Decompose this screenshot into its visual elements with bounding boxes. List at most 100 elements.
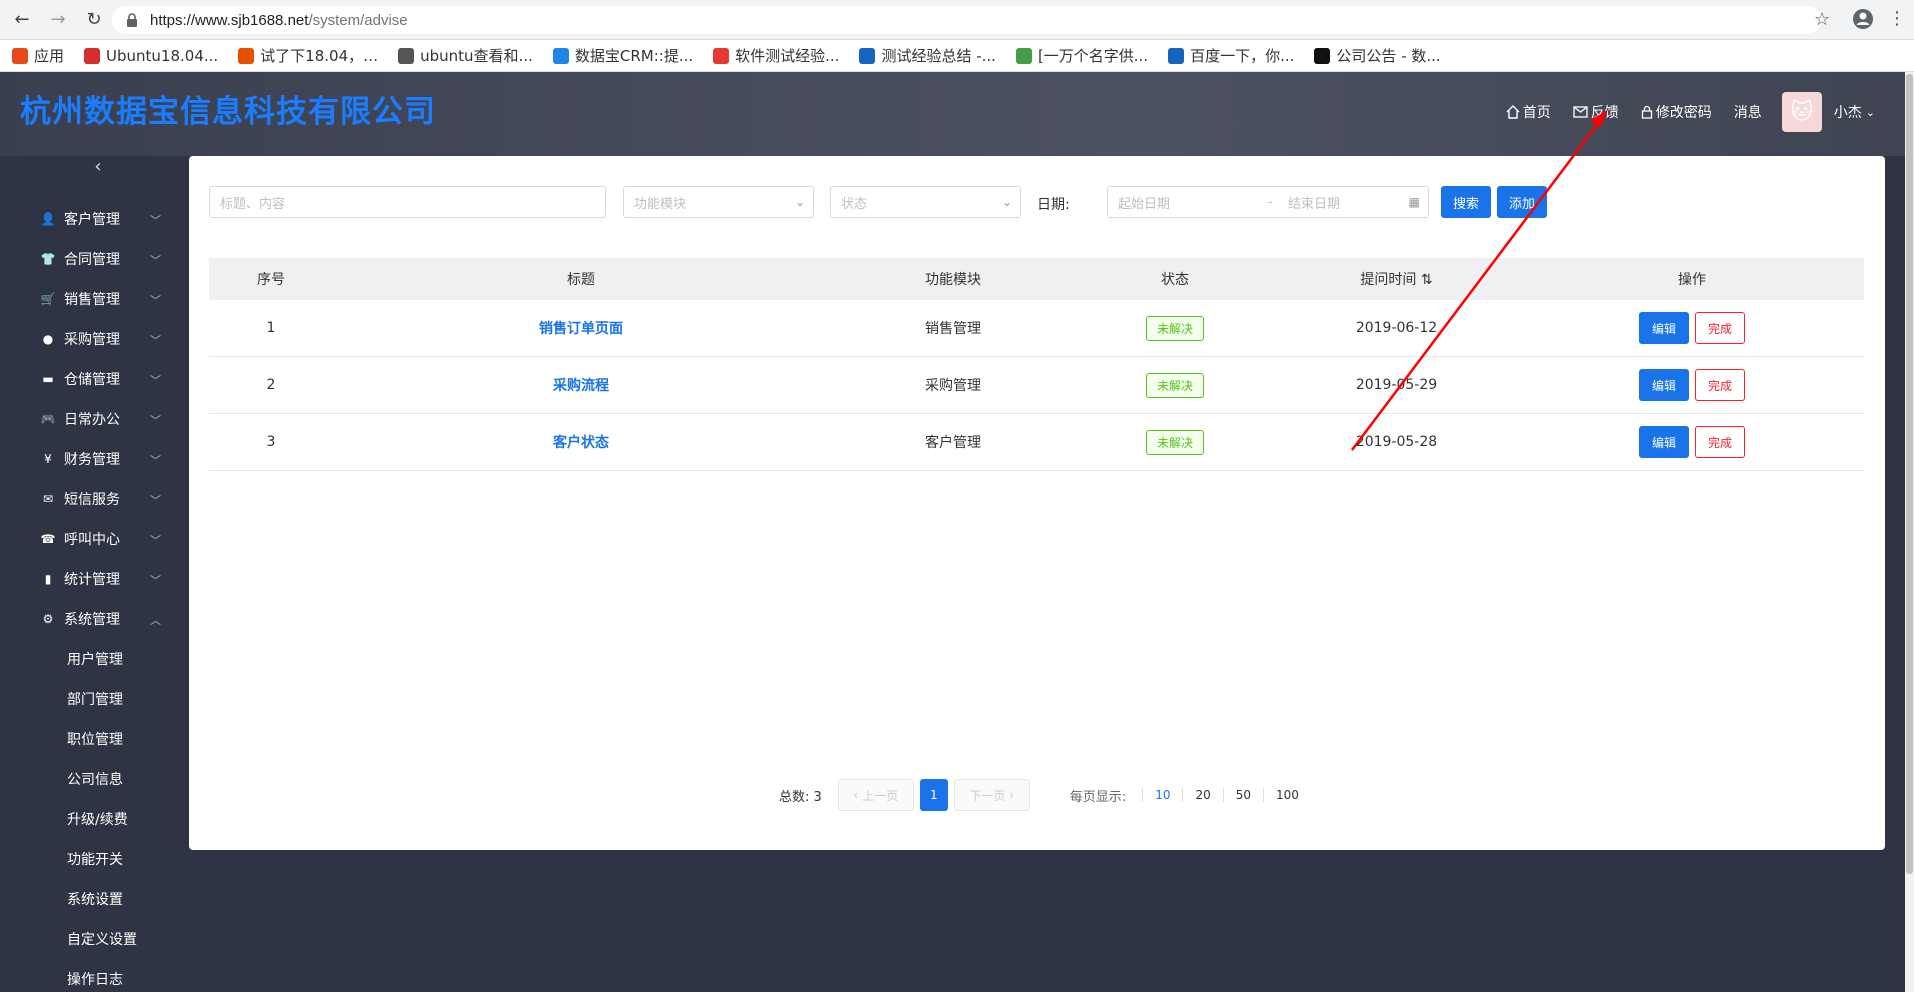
chevron-down-icon: ﹀ xyxy=(150,574,161,587)
sidebar-subitem[interactable]: 升级/续费 xyxy=(0,799,190,839)
table-row: 3 客户状态 客户管理 未解决 2019-05-28 编辑 完成 xyxy=(209,414,1864,471)
sidebar-item[interactable]: 👕 合同管理 ﹀ xyxy=(0,239,190,279)
lock-icon xyxy=(127,13,137,27)
forward-icon[interactable]: → xyxy=(44,6,72,34)
prev-page-button[interactable]: ‹ 上一页 xyxy=(837,779,914,811)
bookmark-label: Ubuntu18.04... xyxy=(106,46,219,65)
table-cell: 未解决 xyxy=(1077,372,1273,398)
browser-toolbar: ← → ↻ https://www.sjb1688.net/system/adv… xyxy=(0,0,1914,40)
bookmark-item[interactable]: 应用 xyxy=(12,45,64,66)
keyword-input[interactable]: 标题、内容 xyxy=(209,186,606,218)
company-name: 杭州数据宝信息科技有限公司 xyxy=(20,94,436,130)
edit-button[interactable]: 编辑 xyxy=(1639,369,1689,401)
nav-messages[interactable]: 消息 xyxy=(1734,102,1762,122)
sidebar-item[interactable]: ✉ 短信服务 ﹀ xyxy=(0,479,190,519)
sidebar-item[interactable]: ▮ 统计管理 ﹀ xyxy=(0,559,190,599)
bookmark-item[interactable]: 测试经验总结 -... xyxy=(859,45,996,66)
bookmark-item[interactable]: 公司公告 - 数... xyxy=(1314,45,1441,66)
chevron-down-icon: ⌄ xyxy=(1865,105,1875,119)
column-header[interactable]: 提问时间 ⇅ xyxy=(1273,269,1520,289)
table-cell: 2019-05-29 xyxy=(1273,377,1520,393)
edit-button[interactable]: 编辑 xyxy=(1639,426,1689,458)
date-separator: - xyxy=(1268,194,1273,210)
circle-icon: ● xyxy=(42,332,54,346)
sidebar-subitem[interactable]: 用户管理 xyxy=(0,639,190,679)
row-title-link[interactable]: 销售订单页面 xyxy=(539,321,623,337)
complete-button[interactable]: 完成 xyxy=(1695,312,1745,344)
user-menu[interactable]: 小杰 ⌄ xyxy=(1834,102,1875,122)
back-icon[interactable]: ← xyxy=(8,6,36,34)
next-page-button[interactable]: 下一页 › xyxy=(953,779,1030,811)
page-size-option[interactable]: 10 xyxy=(1142,788,1182,802)
row-time: 2019-06-12 xyxy=(1355,320,1438,336)
bookmark-item[interactable]: 软件测试经验... xyxy=(713,45,839,66)
sidebar-item[interactable]: 🛒 销售管理 ﹀ xyxy=(0,279,190,319)
bookmark-item[interactable]: Ubuntu18.04... xyxy=(84,47,218,65)
collapse-sidebar-icon[interactable]: ‹ xyxy=(86,156,110,180)
sidebar-subitem[interactable]: 自定义设置 xyxy=(0,919,190,959)
sidebar-subitem[interactable]: 操作日志 xyxy=(0,959,190,992)
page-size-option[interactable]: 50 xyxy=(1222,788,1263,802)
row-title-link[interactable]: 客户状态 xyxy=(553,435,609,451)
top-nav: 首页 反馈 修改密码 消息 🐱 小杰 ⌄ xyxy=(1484,92,1875,132)
cart-icon: 🛒 xyxy=(40,292,56,306)
sidebar-item[interactable]: ▬ 仓储管理 ﹀ xyxy=(0,359,190,399)
scrollbar-thumb[interactable] xyxy=(1906,74,1913,874)
complete-button[interactable]: 完成 xyxy=(1695,426,1745,458)
address-bar[interactable]: https://www.sjb1688.net/system/advise xyxy=(112,6,1822,34)
sidebar-subitem[interactable]: 部门管理 xyxy=(0,679,190,719)
chevron-down-icon: ﹀ xyxy=(150,214,161,227)
sidebar-item[interactable]: ⚙ 系统管理 ︿ xyxy=(0,599,190,639)
reload-icon[interactable]: ↻ xyxy=(80,6,108,34)
bookmark-item[interactable]: 百度一下，你... xyxy=(1168,45,1294,66)
bookmark-item[interactable]: ubuntu查看和... xyxy=(398,45,533,66)
chevron-down-icon: ﹀ xyxy=(150,254,161,267)
sidebar-subitem[interactable]: 系统设置 xyxy=(0,879,190,919)
module-select[interactable]: 功能模块 ⌄ xyxy=(623,186,814,218)
nav-change-password[interactable]: 修改密码 xyxy=(1641,102,1712,122)
nav-feedback[interactable]: 反馈 xyxy=(1573,102,1619,122)
page-size-option[interactable]: 20 xyxy=(1182,788,1222,802)
sidebar-subitem[interactable]: 公司信息 xyxy=(0,759,190,799)
chevron-down-icon: ﹀ xyxy=(150,294,161,307)
nav-home[interactable]: 首页 xyxy=(1506,102,1551,122)
sidebar-item[interactable]: ● 采购管理 ﹀ xyxy=(0,319,190,359)
sidebar-subitem[interactable]: 职位管理 xyxy=(0,719,190,759)
sidebar-item-label: 合同管理 xyxy=(64,252,120,268)
start-date-placeholder: 起始日期 xyxy=(1118,196,1171,212)
page-size-option[interactable]: 100 xyxy=(1263,788,1311,802)
apps-grid-icon xyxy=(12,47,28,64)
sidebar-item[interactable]: ¥ 财务管理 ﹀ xyxy=(0,439,190,479)
date-range-picker[interactable]: 起始日期 - 结束日期 ▦ xyxy=(1107,186,1429,218)
edit-button[interactable]: 编辑 xyxy=(1639,312,1689,344)
favicon-icon xyxy=(84,47,101,64)
avatar[interactable]: 🐱 xyxy=(1781,92,1822,132)
sidebar-item-label: 客户管理 xyxy=(64,212,120,228)
bookmark-item[interactable]: 数据宝CRM::提... xyxy=(552,45,693,66)
bookmark-item[interactable]: [一万个名字供... xyxy=(1015,45,1148,66)
sidebar-item[interactable]: 🎮 日常办公 ﹀ xyxy=(0,399,190,439)
page-1-button[interactable]: 1 xyxy=(919,779,948,811)
bookmark-star-icon[interactable]: ☆ xyxy=(1814,9,1830,30)
status-badge: 未解决 xyxy=(1145,429,1204,455)
search-button[interactable]: 搜索 xyxy=(1441,186,1491,218)
sidebar-subitem[interactable]: 功能开关 xyxy=(0,839,190,879)
sidebar-item[interactable]: ☎ 呼叫中心 ﹀ xyxy=(0,519,190,559)
bookmark-label: 软件测试经验... xyxy=(735,47,840,65)
column-header: 状态 xyxy=(1161,272,1189,288)
sidebar-item-label: 统计管理 xyxy=(64,572,120,588)
profile-icon[interactable] xyxy=(1852,8,1874,30)
chevron-down-icon: ﹀ xyxy=(150,374,161,387)
table-cell: 销售管理 xyxy=(829,318,1077,338)
row-title-link[interactable]: 采购流程 xyxy=(553,378,609,394)
complete-button[interactable]: 完成 xyxy=(1695,369,1745,401)
add-button[interactable]: 添加 xyxy=(1497,186,1547,218)
row-time: 2019-05-28 xyxy=(1355,434,1438,450)
bookmark-item[interactable]: 试了下18.04，… xyxy=(238,45,378,66)
browser-menu-icon[interactable]: ⋮ xyxy=(1888,8,1906,29)
shirt-icon: 👕 xyxy=(40,252,56,266)
sidebar-item[interactable]: 👤 客户管理 ﹀ xyxy=(0,199,190,239)
gamepad-icon: 🎮 xyxy=(40,412,56,426)
page-scrollbar[interactable] xyxy=(1905,72,1914,992)
status-select[interactable]: 状态 ⌄ xyxy=(830,186,1021,218)
